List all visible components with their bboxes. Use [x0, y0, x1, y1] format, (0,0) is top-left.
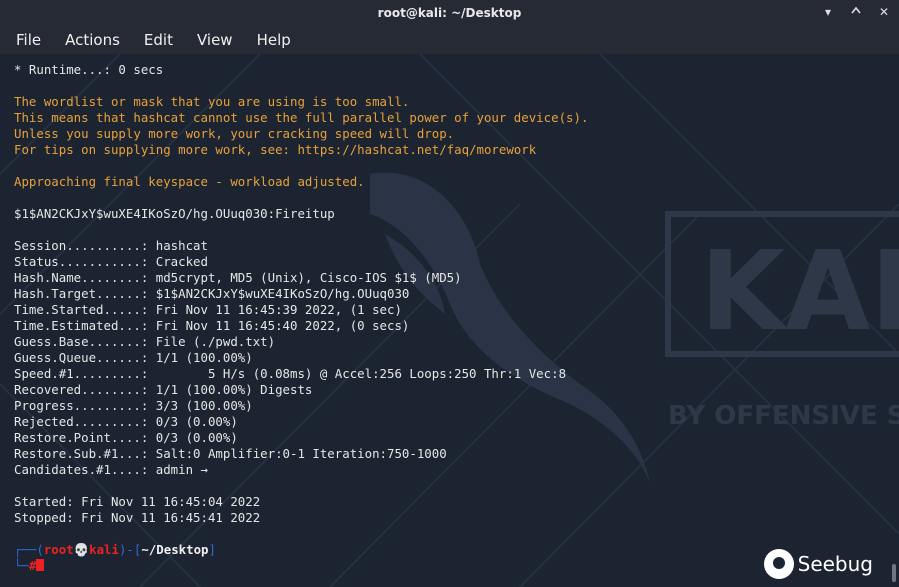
terminal-area[interactable]: KAL BY OFFENSIVE S * Runtime...: 0 secs T… [0, 54, 899, 587]
kali-brand-text: KAL [700, 227, 899, 355]
maximize-icon[interactable] [849, 4, 863, 20]
terminal-line: Time.Started.....: Fri Nov 11 16:45:39 2… [14, 302, 402, 317]
terminal-line: The wordlist or mask that you are using … [14, 94, 410, 109]
terminal-line: Rejected.........: 0/3 (0.00%) [14, 414, 238, 429]
prompt-host: kali [89, 542, 119, 557]
terminal-line: Started: Fri Nov 11 16:45:04 2022 [14, 494, 261, 509]
terminal-line: Progress.........: 3/3 (100.00%) [14, 398, 253, 413]
terminal-line: Hash.Target......: $1$AN2CKJxY$wuXE4IKoS… [14, 286, 410, 301]
terminal-line: Restore.Sub.#1...: Salt:0 Amplifier:0-1 … [14, 446, 447, 461]
prompt-cwd: ~/Desktop [141, 542, 209, 557]
prompt-symbol: # [28, 558, 37, 573]
prompt-frame-mid: )-[ [118, 542, 142, 557]
terminal-line: Stopped: Fri Nov 11 16:45:41 2022 [14, 510, 261, 525]
terminal-line: Hash.Name........: md5crypt, MD5 (Unix),… [14, 270, 462, 285]
window-controls: ▾ ✕ [821, 4, 891, 20]
terminal-line: Speed.#1.........: 5 H/s (0.08ms) @ Acce… [14, 366, 567, 381]
terminal-line: Time.Estimated...: Fri Nov 11 16:45:40 2… [14, 318, 410, 333]
menu-edit[interactable]: Edit [136, 26, 181, 54]
terminal-line: Unless you supply more work, your cracki… [14, 126, 455, 141]
prompt-frame-close: ] [208, 542, 216, 557]
terminal-line: Candidates.#1....: admin → [14, 462, 208, 477]
menu-file[interactable]: File [8, 26, 49, 54]
prompt-frame-bottom: └─ [14, 558, 29, 573]
seebug-logo-icon [763, 549, 794, 579]
skull-icon: 💀 [73, 542, 90, 557]
scrollbar-thumb[interactable] [892, 564, 896, 582]
terminal-line: Status...........: Cracked [14, 254, 208, 269]
terminal-line: Guess.Queue......: 1/1 (100.00%) [14, 350, 253, 365]
terminal-line: Recovered........: 1/1 (100.00%) Digests [14, 382, 313, 397]
seebug-watermark: Seebug [763, 549, 873, 579]
terminal-line: Restore.Point....: 0/3 (0.00%) [14, 430, 238, 445]
watermark-text: Seebug [797, 552, 873, 576]
window-titlebar: root@kali: ~/Desktop ▾ ✕ [0, 0, 899, 26]
prompt-line: ┌──(root💀kali)-[~/Desktop] [14, 542, 588, 558]
text-cursor [36, 559, 45, 571]
window-title: root@kali: ~/Desktop [377, 6, 522, 20]
prompt-user: root [43, 542, 74, 557]
close-icon[interactable]: ✕ [877, 4, 891, 20]
terminal-line: Approaching final keyspace - workload ad… [14, 174, 365, 189]
terminal-line: $1$AN2CKJxY$wuXE4IKoSzO/hg.OUuq030:Firei… [14, 206, 335, 221]
terminal-line: Session..........: hashcat [14, 238, 208, 253]
terminal-line: Guess.Base.......: File (./pwd.txt) [14, 334, 276, 349]
terminal-line: * Runtime...: 0 secs [14, 62, 164, 77]
menu-view[interactable]: View [189, 26, 241, 54]
menu-actions[interactable]: Actions [57, 26, 128, 54]
minimize-icon[interactable]: ▾ [821, 4, 835, 20]
prompt-frame-open: ┌──( [14, 542, 44, 557]
prompt-input-line[interactable]: └─# [14, 558, 588, 574]
terminal-line: For tips on supplying more work, see: ht… [14, 142, 537, 157]
terminal-output: * Runtime...: 0 secs The wordlist or mask… [14, 62, 588, 574]
kali-brand-subtext: BY OFFENSIVE S [668, 401, 899, 431]
menu-bar: File Actions Edit View Help [0, 26, 899, 54]
menu-help[interactable]: Help [249, 26, 299, 54]
terminal-line: This means that hashcat cannot use the f… [14, 110, 589, 125]
